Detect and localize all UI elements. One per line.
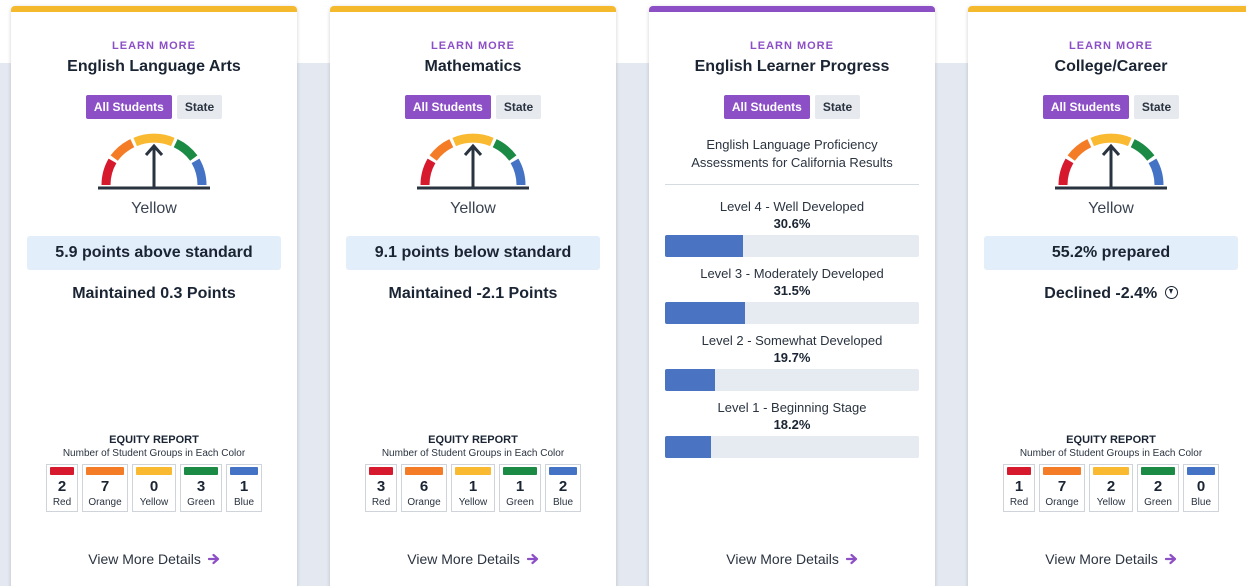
level-name: Level 1 - Beginning Stage — [717, 400, 867, 415]
equity-green: 3 Green — [180, 464, 222, 512]
details-label: View More Details — [1045, 551, 1158, 567]
student-toggle: All Students State — [649, 95, 935, 119]
details-label: View More Details — [88, 551, 201, 567]
card-college-career: LEARN MORE College/Career All Students S… — [968, 6, 1246, 586]
state-button[interactable]: State — [495, 95, 542, 119]
gauge-icon — [1055, 133, 1167, 190]
details-label: View More Details — [726, 551, 839, 567]
equity-report: EQUITY REPORT Number of Student Groups i… — [11, 434, 297, 512]
equity-orange: 7 Orange — [1039, 464, 1085, 512]
equity-orange: 7 Orange — [82, 464, 128, 512]
level-percent: 19.7% — [773, 350, 811, 365]
change-text: Maintained 0.3 Points — [72, 285, 236, 302]
state-button[interactable]: State — [814, 95, 861, 119]
student-toggle: All Students State — [968, 95, 1246, 119]
gauge-color-label: Yellow — [131, 200, 177, 217]
equity-title: EQUITY REPORT — [1066, 434, 1156, 446]
assessment-subtitle: English Language Proficiency Assessments… — [691, 137, 893, 170]
equity-subtitle: Number of Student Groups in Each Color — [1019, 448, 1203, 459]
level-percent: 30.6% — [773, 216, 811, 231]
equity-report: EQUITY REPORT Number of Student Groups i… — [330, 434, 616, 512]
learn-more-link[interactable]: LEARN MORE — [11, 39, 297, 53]
equity-orange: 6 Orange — [401, 464, 447, 512]
level-bar-track — [665, 436, 919, 458]
gauge-color-label: Yellow — [1088, 200, 1134, 217]
gauge-icon — [417, 133, 529, 190]
card-title: Mathematics — [424, 58, 522, 75]
equity-subtitle: Number of Student Groups in Each Color — [381, 448, 565, 459]
equity-blue: 1 Blue — [226, 464, 262, 512]
level-bar-track — [665, 302, 919, 324]
level-percent: 18.2% — [773, 417, 811, 432]
equity-yellow: 1 Yellow — [451, 464, 495, 512]
equity-red: 1 Red — [1003, 464, 1035, 512]
level-bar-fill — [665, 235, 743, 257]
all-students-button[interactable]: All Students — [85, 95, 172, 119]
level-bar-track — [665, 369, 919, 391]
equity-yellow: 0 Yellow — [132, 464, 176, 512]
details-label: View More Details — [407, 551, 520, 567]
learn-more-link[interactable]: LEARN MORE — [330, 39, 616, 53]
view-more-details-link[interactable]: View More Details — [968, 550, 1246, 568]
equity-subtitle: Number of Student Groups in Each Color — [62, 448, 246, 459]
level-1: Level 1 - Beginning Stage 18.2% — [649, 399, 935, 458]
level-percent: 31.5% — [773, 283, 811, 298]
card-title: English Language Arts — [67, 58, 241, 75]
view-more-details-link[interactable]: View More Details — [11, 550, 297, 568]
learn-more-link[interactable]: LEARN MORE — [649, 39, 935, 53]
arrow-down-circle-icon — [1164, 286, 1178, 299]
level-4: Level 4 - Well Developed 30.6% — [649, 198, 935, 257]
equity-green: 1 Green — [499, 464, 541, 512]
equity-title: EQUITY REPORT — [109, 434, 199, 446]
equity-green: 2 Green — [1137, 464, 1179, 512]
view-more-details-link[interactable]: View More Details — [649, 550, 935, 568]
level-2: Level 2 - Somewhat Developed 19.7% — [649, 332, 935, 391]
state-button[interactable]: State — [1133, 95, 1180, 119]
all-students-button[interactable]: All Students — [723, 95, 810, 119]
learn-more-link[interactable]: LEARN MORE — [968, 39, 1246, 53]
change-text: Declined -2.4% — [1044, 285, 1158, 302]
gauge-icon — [98, 133, 210, 190]
level-name: Level 2 - Somewhat Developed — [701, 333, 883, 348]
level-bar-fill — [665, 302, 745, 324]
card-mathematics: LEARN MORE Mathematics All Students Stat… — [330, 6, 616, 586]
gauge-color-label: Yellow — [450, 200, 496, 217]
card-ela: LEARN MORE English Language Arts All Stu… — [11, 6, 297, 586]
student-toggle: All Students State — [11, 95, 297, 119]
level-bar-fill — [665, 369, 716, 391]
card-title: College/Career — [1054, 58, 1168, 75]
status-box: 9.1 points below standard — [346, 236, 600, 270]
status-box: 55.2% prepared — [984, 236, 1238, 270]
arrow-right-icon — [207, 553, 219, 565]
level-bar-fill — [665, 436, 712, 458]
equity-blue: 2 Blue — [545, 464, 581, 512]
student-toggle: All Students State — [330, 95, 616, 119]
arrow-right-icon — [526, 553, 538, 565]
equity-blue: 0 Blue — [1183, 464, 1219, 512]
all-students-button[interactable]: All Students — [404, 95, 491, 119]
equity-red: 2 Red — [46, 464, 78, 512]
card-title: English Learner Progress — [694, 58, 890, 75]
equity-red: 3 Red — [365, 464, 397, 512]
level-bar-track — [665, 235, 919, 257]
divider — [665, 184, 919, 185]
equity-title: EQUITY REPORT — [428, 434, 518, 446]
state-button[interactable]: State — [176, 95, 223, 119]
level-3: Level 3 - Moderately Developed 31.5% — [649, 265, 935, 324]
change-line: Declined -2.4% — [968, 284, 1246, 304]
all-students-button[interactable]: All Students — [1042, 95, 1129, 119]
level-name: Level 4 - Well Developed — [719, 199, 865, 214]
view-more-details-link[interactable]: View More Details — [330, 550, 616, 568]
level-name: Level 3 - Moderately Developed — [700, 266, 884, 281]
status-box: 5.9 points above standard — [27, 236, 281, 270]
equity-yellow: 2 Yellow — [1089, 464, 1133, 512]
change-text: Maintained -2.1 Points — [388, 285, 558, 302]
equity-report: EQUITY REPORT Number of Student Groups i… — [968, 434, 1246, 512]
arrow-right-icon — [1164, 553, 1176, 565]
arrow-right-icon — [845, 553, 857, 565]
card-english-learner-progress: LEARN MORE English Learner Progress All … — [649, 6, 935, 586]
